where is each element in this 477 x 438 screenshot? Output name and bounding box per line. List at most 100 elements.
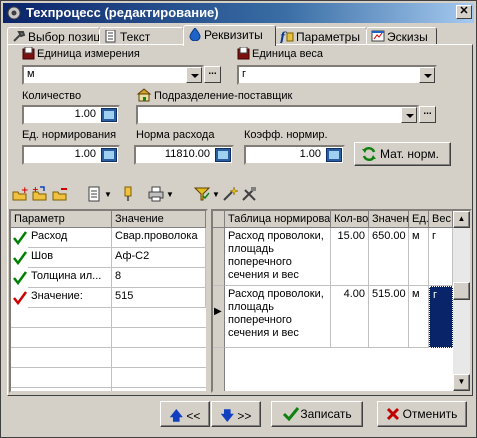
magic-icon[interactable]: [222, 186, 238, 202]
quantity-value: 1.00: [74, 108, 96, 120]
tab-position-select[interactable]: Выбор позиции: [7, 27, 114, 45]
norm-unit-cell: м: [409, 228, 429, 286]
params-grid: Параметр Значение Расход Свар.проволока …: [9, 209, 208, 393]
checkmark-icon: [13, 251, 27, 265]
cancel-button[interactable]: Отменить: [377, 401, 467, 427]
filter-icon[interactable]: [194, 186, 210, 202]
params-col-header[interactable]: Параметр: [11, 211, 112, 228]
scroll-up-button[interactable]: ▲: [453, 211, 470, 228]
department-icon: [136, 88, 152, 102]
unit-combo[interactable]: м: [22, 65, 204, 85]
parameters-icon: f: [280, 30, 294, 43]
unit-browse-button[interactable]: ...: [204, 66, 221, 83]
chevron-down-icon[interactable]: ▼: [212, 190, 220, 199]
add-folder-icon[interactable]: +: [12, 186, 28, 202]
calculator-icon[interactable]: [101, 108, 117, 122]
svg-text:+: +: [32, 186, 39, 194]
next-button[interactable]: 🡇 >>: [211, 401, 261, 427]
norm-unit-value: 1.00: [74, 148, 96, 160]
tab-text[interactable]: Текст: [99, 27, 184, 45]
supplier-combo[interactable]: [136, 105, 419, 125]
coef-value: 1.00: [299, 148, 321, 160]
arrow-up-icon: 🡅: [169, 408, 183, 423]
print-icon[interactable]: [148, 186, 164, 202]
param-name: Толщина ил...: [28, 268, 112, 288]
norm-col-header[interactable]: Ед.: [409, 211, 429, 228]
param-value: Аф-С2: [112, 248, 206, 268]
cross-icon: [386, 407, 400, 421]
dictionary-icon: [22, 47, 35, 60]
norm-col-header[interactable]: Кол-во: [331, 211, 369, 228]
chevron-down-icon[interactable]: ▼: [166, 190, 174, 199]
add-subfolder-icon[interactable]: +: [32, 186, 48, 202]
chevron-down-icon[interactable]: ▼: [104, 190, 112, 199]
chevron-down-icon[interactable]: [186, 67, 202, 83]
svg-text:+: +: [21, 186, 28, 196]
tab-sketches[interactable]: Эскизы: [366, 27, 437, 45]
previous-button[interactable]: 🡅 <<: [160, 401, 210, 427]
norm-qty-cell: 15.00: [331, 228, 369, 286]
norm-table-cell: Расход проволоки, площадь поперечного се…: [225, 286, 331, 348]
row-indicator-header: [213, 211, 225, 228]
column-divider: [111, 308, 112, 391]
cancel-label: Отменить: [402, 407, 458, 421]
param-value: Свар.проволока: [112, 228, 206, 248]
tab-parameters[interactable]: f Параметры: [275, 27, 367, 45]
norm-value-cell: 650.00: [369, 228, 409, 286]
norm-col-header[interactable]: Вес: [429, 211, 453, 228]
supplier-label: Подразделение-поставщик: [154, 90, 293, 102]
material-norm-label: Мат. норм.: [380, 147, 439, 161]
norm-value-cell: 515.00: [369, 286, 409, 348]
param-name: Расход: [28, 228, 112, 248]
chevron-down-icon[interactable]: [419, 67, 435, 83]
save-button[interactable]: Записать: [271, 401, 363, 427]
weight-unit-combo[interactable]: г: [237, 65, 437, 85]
coef-field[interactable]: 1.00: [244, 145, 345, 165]
title-bar[interactable]: Техпроцесс (редактирование) ✕: [3, 3, 474, 23]
save-label: Записать: [300, 407, 352, 421]
tab-label: Эскизы: [387, 30, 428, 44]
checkmark-icon: [13, 271, 27, 285]
calculator-icon[interactable]: [101, 148, 117, 162]
norm-weight-cell: г: [429, 228, 453, 286]
refresh-icon: [362, 146, 376, 162]
consumption-label: Норма расхода: [136, 129, 215, 141]
pin-icon[interactable]: [120, 186, 136, 202]
dictionary-icon: [237, 47, 250, 60]
previous-label: <<: [186, 409, 201, 423]
tab-label: Реквизиты: [204, 28, 263, 42]
row-indicator[interactable]: [213, 228, 225, 286]
tab-label: Текст: [120, 30, 151, 44]
checkmark-icon: [282, 407, 300, 422]
scroll-thumb[interactable]: [453, 282, 470, 300]
vertical-scrollbar[interactable]: ▲ ▼: [453, 211, 470, 391]
checkmark-icon: [13, 231, 27, 245]
tab-requisites[interactable]: Реквизиты: [183, 25, 276, 46]
params-col-header[interactable]: Значение: [112, 211, 206, 228]
norm-grid: Таблица нормирова Кол-во Значен Ед. Вес …: [211, 209, 472, 393]
norm-unit-field[interactable]: 1.00: [22, 145, 120, 165]
scroll-down-button[interactable]: ▼: [453, 374, 470, 391]
norm-col-header[interactable]: Таблица нормирова: [225, 211, 331, 228]
calculator-icon[interactable]: [215, 148, 231, 162]
dialog-window: Техпроцесс (редактирование) ✕ Выбор пози…: [0, 0, 477, 438]
norm-qty-cell: 4.00: [331, 286, 369, 348]
quantity-field[interactable]: 1.00: [22, 105, 120, 125]
close-button[interactable]: ✕: [456, 5, 472, 19]
requisites-page: Единица измерения м ... Единица веса г К…: [7, 44, 473, 396]
material-norm-button[interactable]: Мат. норм.: [354, 142, 451, 166]
tools-icon[interactable]: [241, 186, 257, 202]
norm-weight-cell-selected[interactable]: г: [429, 286, 453, 348]
empty-rows: [11, 308, 206, 391]
calculator-icon[interactable]: [326, 148, 342, 162]
remove-folder-icon[interactable]: [52, 186, 68, 202]
row-indicator[interactable]: ▶: [213, 286, 225, 348]
document-icon[interactable]: [86, 186, 102, 202]
weight-unit-value: г: [242, 68, 247, 80]
norm-col-header[interactable]: Значен: [369, 211, 409, 228]
param-value: 515: [112, 288, 206, 308]
consumption-field[interactable]: 11810.00: [134, 145, 234, 165]
norm-unit-cell: м: [409, 286, 429, 348]
chevron-down-icon[interactable]: [401, 107, 417, 123]
supplier-browse-button[interactable]: ...: [419, 106, 436, 123]
